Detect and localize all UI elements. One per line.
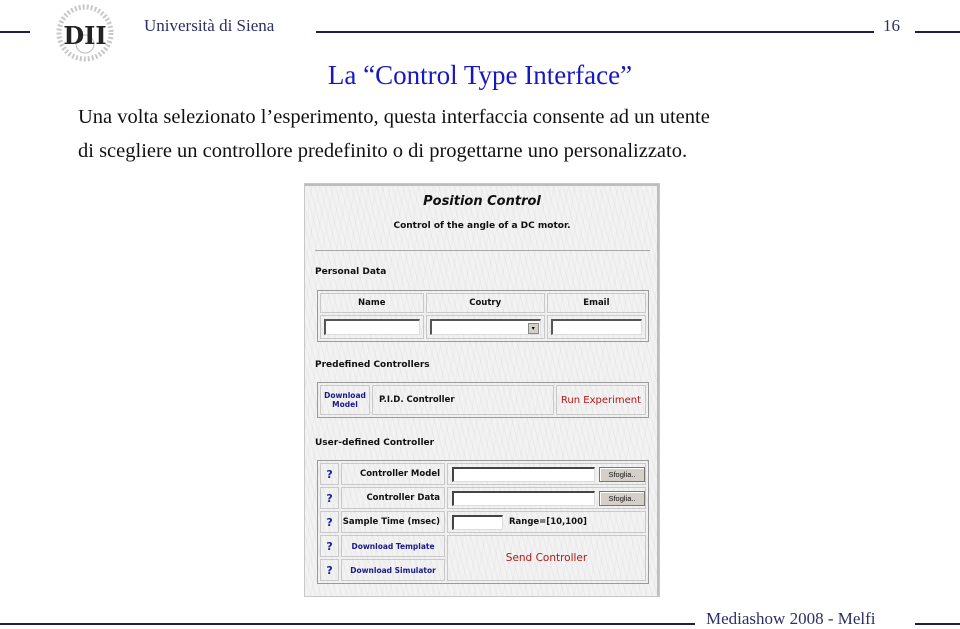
controller-model-cell: Sfoglia.. (447, 463, 646, 485)
controller-data-browse-button[interactable]: Sfoglia.. (599, 490, 645, 506)
help-icon[interactable]: ? (320, 535, 340, 557)
sample-time-range: Range=[10,100] (509, 517, 587, 527)
controller-model-file-input[interactable] (452, 466, 595, 482)
user-defined-controller-table: ? Controller Model Sfoglia.. ? Controlle… (317, 460, 649, 584)
personal-data-label: Personal Data (315, 267, 387, 277)
personal-data-table: Name Coutry Email ▾ (317, 290, 649, 342)
header-rule-middle (316, 31, 874, 33)
sample-time-cell: Range=[10,100] (447, 511, 646, 533)
slide-title: La “Control Type Interface” (327, 60, 633, 90)
controller-model-browse-button[interactable]: Sfoglia.. (599, 466, 645, 482)
column-header-email: Email (546, 293, 646, 313)
help-icon[interactable]: ? (320, 511, 340, 533)
footer-text: Mediashow 2008 - Melfi (706, 609, 876, 628)
page-number: 16 (883, 16, 900, 35)
app-subtitle: Control of the angle of a DC motor. (393, 221, 571, 231)
download-model-line2: Model (332, 400, 358, 409)
panel-border-right (657, 184, 659, 596)
sample-time-label: Sample Time (msec) (341, 511, 445, 533)
panel-border-top (305, 184, 659, 186)
footer-rule-left (0, 623, 695, 625)
name-input[interactable] (324, 319, 420, 335)
download-simulator-link[interactable]: Download Simulator (341, 559, 445, 581)
help-icon[interactable]: ? (320, 463, 340, 485)
chevron-down-icon[interactable]: ▾ (527, 323, 539, 334)
email-input[interactable] (550, 319, 642, 335)
svg-text:DII: DII (63, 21, 106, 50)
download-model-link[interactable]: Download Model (320, 385, 370, 415)
help-icon[interactable]: ? (320, 487, 340, 509)
paragraph-line-1: Una volta selezionato l’esperimento, que… (78, 106, 710, 128)
app-title: Position Control (423, 194, 541, 209)
controller-data-file-input[interactable] (452, 490, 595, 506)
sample-time-input[interactable] (452, 514, 503, 530)
controller-data-cell: Sfoglia.. (447, 487, 646, 509)
header-rule-right (915, 31, 960, 33)
email-cell (546, 315, 646, 339)
footer-rule-right (915, 623, 960, 625)
name-cell (320, 315, 424, 339)
control-interface-screenshot: Position Control Control of the angle of… (304, 183, 660, 597)
country-select[interactable]: ▾ (429, 319, 541, 335)
download-model-line1: Download (324, 391, 366, 400)
header-rule-left (0, 31, 30, 33)
help-icon[interactable]: ? (320, 559, 340, 581)
column-header-name: Name (320, 293, 424, 313)
predefined-controllers-table: Download Model P.I.D. Controller Run Exp… (317, 382, 649, 418)
download-template-link[interactable]: Download Template (341, 535, 445, 557)
institution-name: Università di Siena (144, 16, 275, 35)
paragraph-line-2: di scegliere un controllore predefinito … (78, 140, 688, 162)
user-defined-controller-label: User-defined Controller (315, 438, 435, 448)
dii-logo-icon: DII (56, 4, 114, 62)
send-controller-button[interactable]: Send Controller (447, 535, 646, 581)
controller-model-label: Controller Model (341, 463, 445, 485)
pid-controller-label: P.I.D. Controller (372, 385, 554, 415)
run-experiment-button[interactable]: Run Experiment (556, 385, 646, 415)
separator (315, 250, 650, 251)
predefined-controllers-label: Predefined Controllers (315, 360, 430, 370)
controller-data-label: Controller Data (341, 487, 445, 509)
column-header-country: Coutry (425, 293, 545, 313)
country-cell: ▾ (425, 315, 545, 339)
